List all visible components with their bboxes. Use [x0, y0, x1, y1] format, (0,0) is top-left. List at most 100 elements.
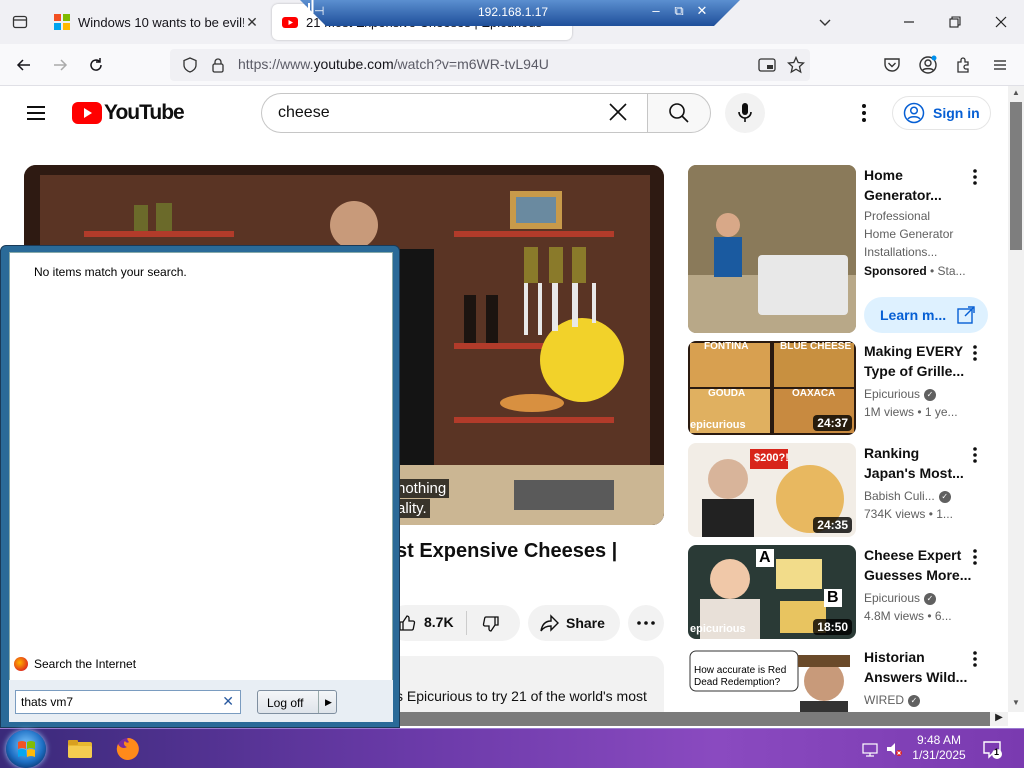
- account-button[interactable]: [914, 51, 942, 79]
- scroll-up-arrow-icon[interactable]: ▲: [1010, 88, 1022, 98]
- tab-overview-button[interactable]: [8, 10, 32, 34]
- network-icon[interactable]: [862, 741, 878, 757]
- pocket-button[interactable]: [878, 51, 906, 79]
- search-internet-link[interactable]: Search the Internet: [14, 657, 136, 671]
- youtube-logo[interactable]: YouTube: [72, 100, 185, 126]
- firefox-icon: [116, 738, 139, 760]
- tab-windows10[interactable]: Windows 10 wants to be evil! | I ✕: [44, 4, 270, 40]
- bookmark-star-icon[interactable]: [787, 56, 805, 74]
- back-button[interactable]: [10, 51, 38, 79]
- start-search-input[interactable]: thats vm7 ✕: [15, 690, 241, 714]
- rec-title-line-2[interactable]: Guesses More...: [864, 565, 972, 585]
- picture-in-picture-icon[interactable]: [758, 57, 776, 73]
- clear-search-icon[interactable]: ✕: [222, 693, 234, 710]
- lock-icon[interactable]: [210, 57, 226, 73]
- rec-title-line-1[interactable]: Cheese Expert: [864, 545, 972, 565]
- pin-icon[interactable]: ⊣: [314, 4, 332, 20]
- share-button[interactable]: Share: [528, 605, 620, 641]
- tray-clock[interactable]: 9:48 AM 1/31/2025: [912, 733, 966, 763]
- rec-kebab-button[interactable]: [968, 167, 982, 187]
- forward-button[interactable]: [46, 51, 74, 79]
- remote-close-button[interactable]: ✕: [694, 3, 710, 21]
- rec-thumbnail[interactable]: A B epicurious 18:50: [688, 545, 856, 639]
- rec-channel[interactable]: Babish Culi... ✓: [864, 489, 951, 503]
- rec-channel[interactable]: Epicurious ✓: [864, 591, 937, 605]
- rec-japan-ranking[interactable]: $200?! 24:35 Ranking Japan's Most... Bab…: [688, 443, 998, 537]
- rec-title-line-1[interactable]: Ranking: [864, 443, 972, 463]
- minimize-button[interactable]: [886, 0, 932, 44]
- tab-list-dropdown[interactable]: [802, 0, 848, 44]
- youtube-favicon-icon: [282, 17, 298, 28]
- restore-button[interactable]: [932, 0, 978, 44]
- remote-minimize-button[interactable]: –: [648, 3, 664, 21]
- rec-title-line-2[interactable]: Japan's Most...: [864, 463, 972, 483]
- shutdown-options-arrow-icon[interactable]: ▶: [318, 691, 338, 713]
- taskbar-firefox[interactable]: [108, 732, 148, 766]
- close-window-button[interactable]: [978, 0, 1024, 44]
- taskbar-file-explorer[interactable]: [60, 732, 100, 766]
- rec-kebab-button[interactable]: [968, 445, 982, 465]
- volume-muted-icon[interactable]: [886, 741, 902, 757]
- vertical-scrollbar-thumb[interactable]: [1010, 102, 1022, 250]
- extensions-button[interactable]: [950, 51, 978, 79]
- thumbs-down-icon[interactable]: [482, 615, 500, 633]
- search-clear-button[interactable]: [606, 100, 630, 124]
- scroll-right-arrow-icon[interactable]: ▶: [990, 712, 1008, 726]
- rec-channel-name: Epicurious: [864, 591, 921, 605]
- rec-kebab-button[interactable]: [968, 547, 982, 567]
- rec-wired-historian[interactable]: How accurate is Red Dead Redemption? His…: [688, 647, 998, 712]
- close-icon: [995, 16, 1007, 28]
- rec-channel[interactable]: WIRED ✓: [864, 693, 920, 707]
- rec-thumbnail[interactable]: [688, 165, 856, 333]
- log-off-button[interactable]: Log off ▶: [257, 690, 337, 714]
- app-menu-button[interactable]: [986, 51, 1014, 79]
- learn-more-label: Learn m...: [880, 307, 947, 323]
- rec-thumbnail[interactable]: $200?! 24:35: [688, 443, 856, 537]
- address-bar[interactable]: https://www.youtube.com/watch?v=m6WR-tvL…: [170, 49, 810, 81]
- settings-more-button[interactable]: [852, 101, 876, 125]
- folder-icon: [68, 740, 92, 758]
- search-input[interactable]: cheese: [261, 93, 647, 133]
- arrow-left-icon: [16, 59, 30, 71]
- rec-cheese-expert[interactable]: A B epicurious 18:50 Cheese Expert Guess…: [688, 545, 998, 639]
- search-button[interactable]: [647, 93, 711, 133]
- thumbs-up-icon[interactable]: [398, 614, 416, 632]
- scroll-down-arrow-icon[interactable]: ▼: [1010, 698, 1022, 708]
- voice-search-button[interactable]: [725, 93, 765, 133]
- rec-title-line-1[interactable]: Making EVERY: [864, 341, 972, 361]
- sign-in-button[interactable]: Sign in: [892, 96, 991, 130]
- rec-advertiser-line-1: Professional: [864, 209, 931, 223]
- more-actions-button[interactable]: [628, 605, 664, 641]
- rec-title-line-2[interactable]: Answers Wild...: [864, 667, 972, 687]
- guide-menu-button[interactable]: [24, 101, 48, 125]
- rec-channel[interactable]: Epicurious ✓: [864, 387, 937, 401]
- rec-title-line-1[interactable]: Historian: [864, 647, 972, 667]
- shield-icon[interactable]: [182, 57, 198, 73]
- caption-line-1: nothing: [394, 479, 450, 498]
- thumb-label-b: B: [824, 589, 842, 607]
- start-button[interactable]: [6, 730, 46, 768]
- taskbar: 9:48 AM 1/31/2025 1: [0, 728, 1024, 768]
- hamburger-icon: [27, 106, 45, 120]
- rec-title-line-2[interactable]: Type of Grille...: [864, 361, 972, 381]
- youtube-masthead: YouTube cheese Sign in: [0, 86, 1008, 142]
- rec-kebab-button[interactable]: [968, 649, 982, 669]
- firefox-icon: [14, 657, 28, 671]
- verified-badge-icon: ✓: [908, 694, 920, 707]
- tab-close-icon[interactable]: ✕: [244, 14, 260, 31]
- horizontal-scrollbar[interactable]: [400, 712, 1008, 726]
- rec-title[interactable]: Home Generator...: [864, 165, 972, 205]
- rec-thumbnail[interactable]: How accurate is Red Dead Redemption?: [688, 647, 856, 712]
- like-count[interactable]: 8.7K: [424, 614, 454, 630]
- tab-list-icon: [12, 15, 28, 29]
- rec-grilled-cheese[interactable]: FONTINA BLUE CHEESE GOUDA OAXACA epicuri…: [688, 341, 998, 435]
- thumb-label-oaxaca: OAXACA: [792, 388, 836, 399]
- action-center-button[interactable]: 1: [982, 739, 1002, 759]
- remote-restore-button[interactable]: ⧉: [671, 3, 687, 21]
- tab-title: Windows 10 wants to be evil! | I: [78, 14, 244, 30]
- reload-button[interactable]: [82, 51, 110, 79]
- rec-thumbnail[interactable]: FONTINA BLUE CHEESE GOUDA OAXACA epicuri…: [688, 341, 856, 435]
- rec-ad-generator[interactable]: Home Generator... Professional Home Gene…: [688, 165, 998, 335]
- learn-more-button[interactable]: Learn m...: [864, 297, 988, 333]
- rec-kebab-button[interactable]: [968, 343, 982, 363]
